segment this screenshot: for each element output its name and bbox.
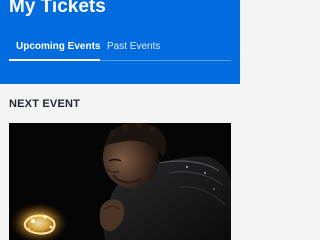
event-photo bbox=[9, 123, 231, 240]
header: My Tickets Upcoming Events Past Events bbox=[0, 0, 240, 84]
next-event-heading: NEXT EVENT bbox=[9, 98, 81, 110]
tab-bar-divider bbox=[9, 60, 231, 61]
my-tickets-screen: My Tickets Upcoming Events Past Events N… bbox=[0, 0, 240, 240]
next-event-card[interactable] bbox=[9, 123, 231, 240]
tab-past-events[interactable]: Past Events bbox=[107, 40, 160, 62]
page-title: My Tickets bbox=[9, 0, 106, 17]
tab-bar: Upcoming Events Past Events bbox=[0, 40, 240, 62]
